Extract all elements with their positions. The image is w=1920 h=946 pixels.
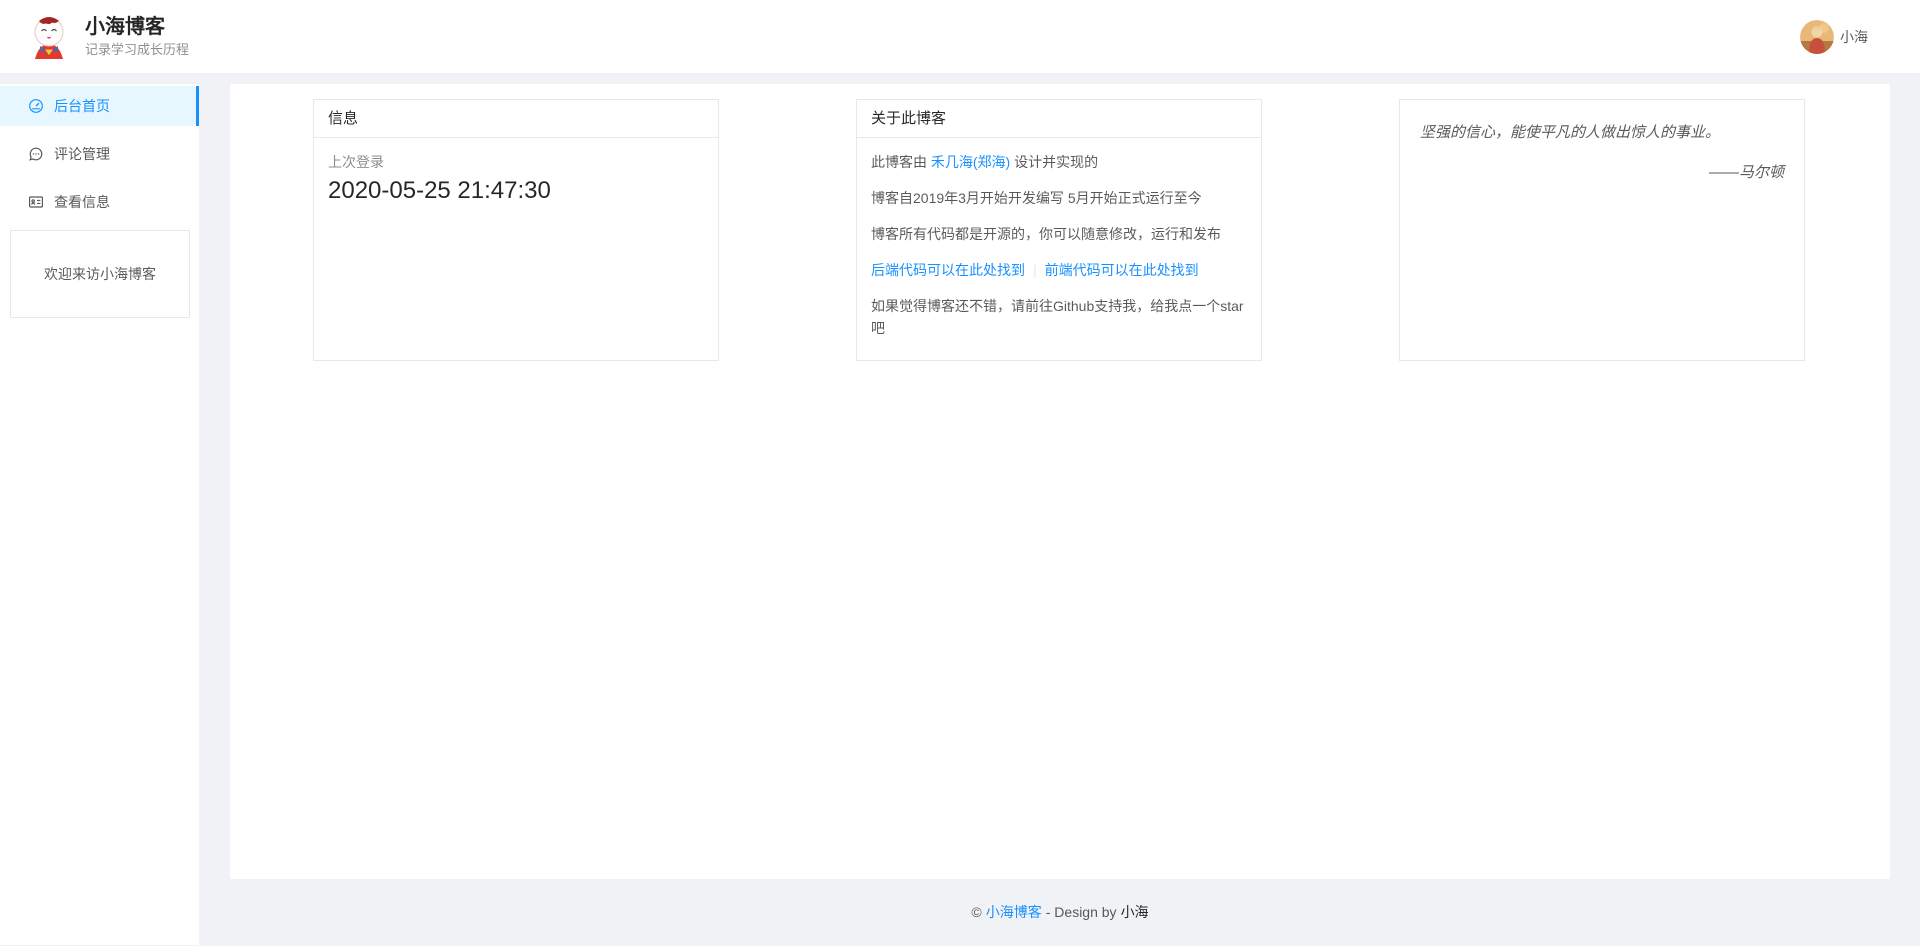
about-line-1: 此博客由 禾几海(郑海) 设计并实现的	[871, 151, 1247, 173]
content-wrap: 信息 上次登录 2020-05-25 21:47:30 关于此博客 此博客由 禾…	[230, 84, 1890, 945]
quote-author: ——马尔顿	[1420, 161, 1784, 185]
copyright-symbol: ©	[971, 904, 981, 920]
user-menu[interactable]: 小海	[1800, 20, 1868, 54]
welcome-box: 欢迎来访小海博客	[10, 230, 190, 318]
info-card-title: 信息	[314, 100, 718, 138]
about-line1-prefix: 此博客由	[871, 154, 931, 170]
sidebar-item-dashboard[interactable]: 后台首页	[0, 86, 199, 126]
user-avatar	[1800, 20, 1834, 54]
frontend-code-link[interactable]: 前端代码可以在此处找到	[1045, 262, 1199, 278]
user-name: 小海	[1840, 27, 1868, 47]
sidebar-item-label: 评论管理	[54, 144, 110, 164]
footer: © 小海博客 - Design by 小海	[230, 879, 1890, 945]
about-code-links: 后端代码可以在此处找到 | 前端代码可以在此处找到	[871, 259, 1247, 281]
sidebar-menu: 后台首页 评论管理	[0, 86, 199, 222]
link-divider: |	[1033, 262, 1037, 278]
footer-middle-text: - Design by	[1046, 904, 1117, 920]
site-title: 小海博客	[85, 15, 189, 39]
info-card: 信息 上次登录 2020-05-25 21:47:30	[313, 99, 719, 361]
brand: 小海博客 记录学习成长历程	[25, 13, 189, 61]
header: 小海博客 记录学习成长历程 小海	[0, 0, 1920, 74]
about-line-3: 博客所有代码都是开源的，你可以随意修改，运行和发布	[871, 223, 1247, 245]
dashboard-icon	[28, 98, 44, 114]
about-line1-suffix: 设计并实现的	[1010, 154, 1098, 170]
last-login-label: 上次登录	[328, 151, 704, 173]
footer-site-link[interactable]: 小海博客	[986, 902, 1042, 922]
designer-link[interactable]: 禾几海(郑海)	[931, 154, 1010, 170]
idcard-icon	[28, 194, 44, 210]
about-card-title: 关于此博客	[857, 100, 1261, 138]
about-line-5: 如果觉得博客还不错，请前往Github支持我，给我点一个star吧	[871, 295, 1247, 339]
backend-code-link[interactable]: 后端代码可以在此处找到	[871, 262, 1025, 278]
sidebar: 后台首页 评论管理	[0, 84, 199, 945]
about-card: 关于此博客 此博客由 禾几海(郑海) 设计并实现的 博客自2019年3月开始开发…	[856, 99, 1262, 361]
sidebar-item-comments[interactable]: 评论管理	[0, 134, 199, 174]
about-line-2: 博客自2019年3月开始开发编写 5月开始正式运行至今	[871, 187, 1247, 209]
sidebar-item-label: 后台首页	[54, 96, 110, 116]
site-subtitle: 记录学习成长历程	[85, 41, 189, 59]
footer-author: 小海	[1121, 902, 1149, 922]
last-login-value: 2020-05-25 21:47:30	[328, 180, 704, 202]
quote-card: 坚强的信心，能使平凡的人做出惊人的事业。 ——马尔顿	[1399, 99, 1805, 361]
sidebar-item-label: 查看信息	[54, 192, 110, 212]
message-icon	[28, 146, 44, 162]
main-content: 信息 上次登录 2020-05-25 21:47:30 关于此博客 此博客由 禾…	[230, 84, 1890, 879]
cards-row: 信息 上次登录 2020-05-25 21:47:30 关于此博客 此博客由 禾…	[313, 99, 1805, 361]
sidebar-item-info[interactable]: 查看信息	[0, 182, 199, 222]
layout: 后台首页 评论管理	[0, 74, 1920, 945]
site-logo-icon	[25, 13, 73, 61]
quote-text: 坚强的信心，能使平凡的人做出惊人的事业。	[1420, 121, 1784, 145]
